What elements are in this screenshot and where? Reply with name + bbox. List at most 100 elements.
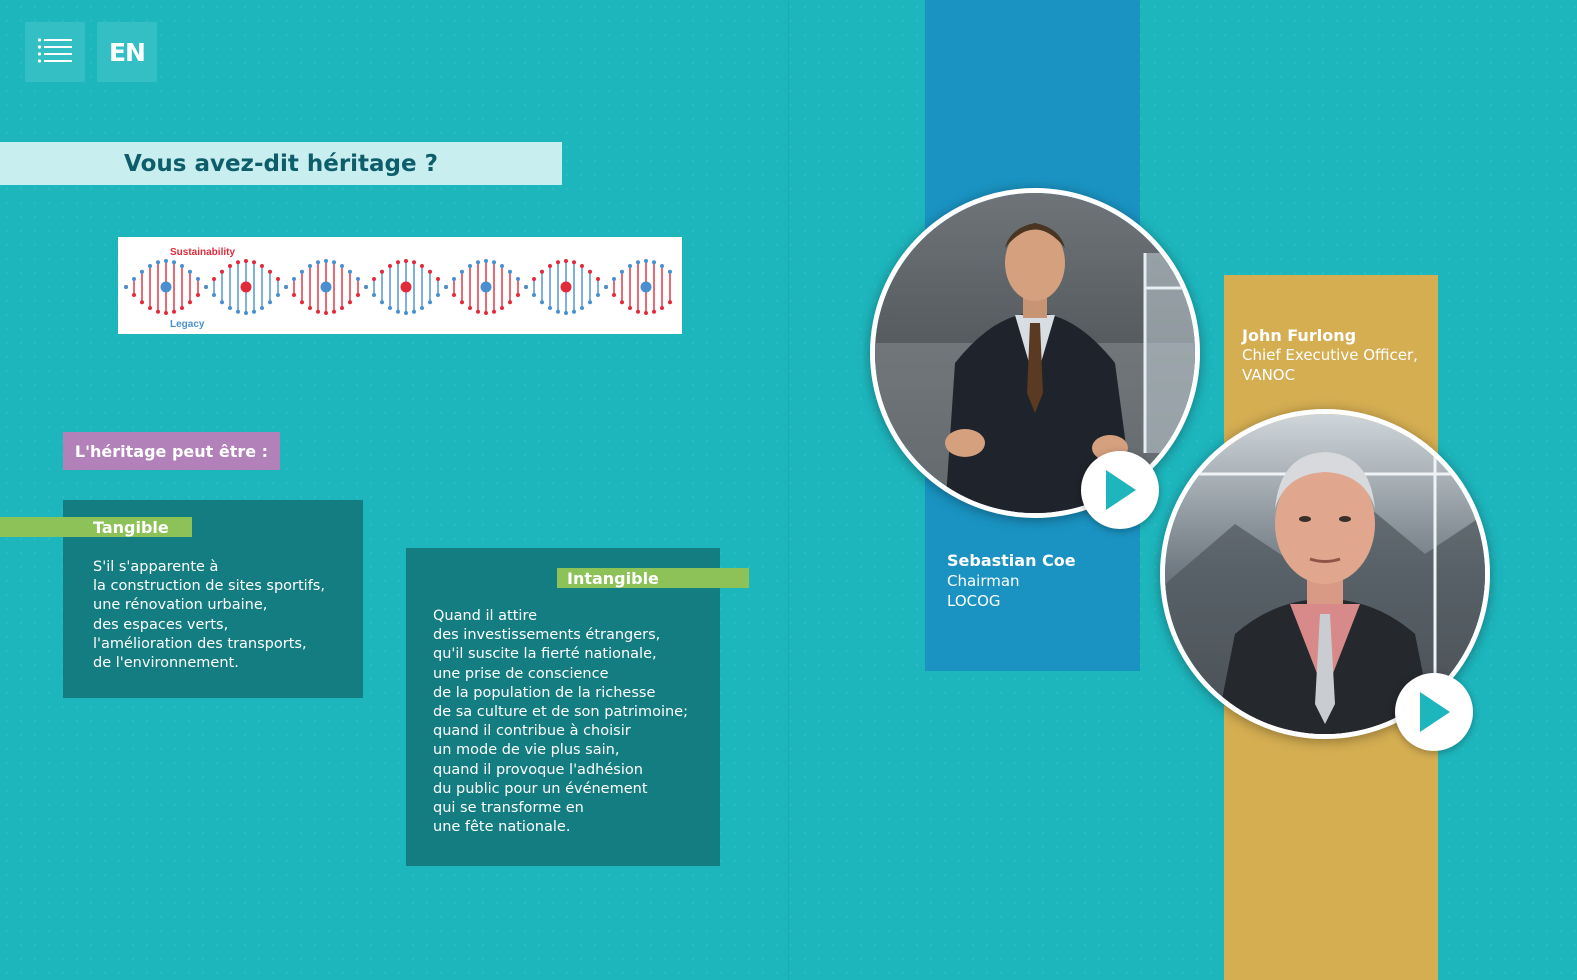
language-button[interactable]: EN <box>97 22 157 82</box>
dna-node <box>396 260 400 265</box>
dna-node <box>500 263 504 268</box>
dna-node <box>268 300 272 305</box>
menu-button[interactable] <box>25 22 85 82</box>
dna-node <box>268 269 272 274</box>
dna-node <box>412 260 416 265</box>
dna-node <box>124 285 128 289</box>
dna-node-large <box>560 281 572 293</box>
dna-node-large <box>240 281 252 293</box>
dna-node <box>596 276 600 281</box>
dna-node <box>260 306 264 311</box>
dna-node <box>228 263 232 268</box>
dna-node <box>652 260 656 265</box>
dna-node <box>212 293 216 298</box>
dna-node <box>668 300 672 305</box>
dna-node <box>540 269 544 274</box>
dna-node <box>164 259 168 263</box>
dna-node <box>244 259 248 263</box>
dna-node <box>204 285 208 289</box>
dna-node <box>660 263 664 268</box>
tangible-text: S'il s'apparente à la construction de si… <box>93 559 325 672</box>
dna-node <box>324 311 328 315</box>
dna-node <box>164 311 168 315</box>
dna-node <box>636 309 640 314</box>
dna-node-large <box>480 281 492 293</box>
dna-node <box>428 269 432 274</box>
dna-node <box>140 300 144 305</box>
page-title-text: Vous avez-dit héritage ? <box>124 150 438 177</box>
dna-node <box>316 309 320 314</box>
dna-helix-image: Sustainability Legacy <box>124 247 672 330</box>
dna-node <box>556 260 560 265</box>
dna-node <box>340 306 344 311</box>
dna-node <box>556 309 560 314</box>
dna-node <box>284 285 288 289</box>
dna-node <box>508 269 512 274</box>
dna-node <box>516 293 520 298</box>
play-button-furlong[interactable] <box>1395 673 1473 751</box>
dna-node <box>500 306 504 311</box>
list-icon <box>37 38 72 63</box>
intangible-title: Intangible <box>567 568 659 588</box>
tangible-title: Tangible <box>93 517 169 537</box>
dna-bottom-label: Legacy <box>170 319 205 330</box>
dna-node <box>660 306 664 311</box>
dna-node <box>468 306 472 311</box>
dna-node <box>620 269 624 274</box>
dna-node <box>572 309 576 314</box>
dna-node <box>180 306 184 311</box>
dna-node <box>172 309 176 314</box>
dna-node <box>156 309 160 314</box>
dna-node <box>404 259 408 263</box>
dna-node <box>324 259 328 263</box>
dna-node <box>156 260 160 265</box>
dna-node <box>292 276 296 281</box>
dna-node <box>612 293 616 298</box>
dna-node <box>332 260 336 265</box>
page-title: Vous avez-dit héritage ? <box>0 142 562 185</box>
dna-node <box>260 263 264 268</box>
dna-node <box>380 300 384 305</box>
dna-node <box>572 260 576 265</box>
dna-node <box>492 260 496 265</box>
dna-node <box>596 293 600 298</box>
dna-node-large <box>320 281 332 293</box>
heritage-label: L'héritage peut être : <box>63 432 280 470</box>
dna-node <box>252 309 256 314</box>
dna-node <box>644 311 648 315</box>
dna-graphic: Sustainability Legacy <box>118 237 682 334</box>
dna-node <box>396 309 400 314</box>
dna-node <box>492 309 496 314</box>
dna-node <box>628 263 632 268</box>
dna-node <box>132 276 136 281</box>
dna-node <box>252 260 256 265</box>
dna-node <box>308 306 312 311</box>
dna-node <box>588 269 592 274</box>
dna-node <box>236 260 240 265</box>
speaker-name-furlong: John Furlong <box>1242 326 1357 345</box>
dna-node <box>220 269 224 274</box>
dna-node <box>420 306 424 311</box>
dna-node <box>348 300 352 305</box>
dna-node <box>444 285 448 289</box>
dna-node <box>212 276 216 281</box>
dna-node <box>276 293 280 298</box>
dna-node <box>580 306 584 311</box>
dna-node <box>476 260 480 265</box>
dna-node <box>300 300 304 305</box>
dna-node <box>460 300 464 305</box>
dna-node <box>540 300 544 305</box>
dna-node <box>388 306 392 311</box>
intangible-text: Quand il attire des investissements étra… <box>433 608 688 836</box>
dna-node <box>588 300 592 305</box>
dna-node <box>140 269 144 274</box>
language-label: EN <box>108 37 146 67</box>
dna-node <box>452 293 456 298</box>
dna-node <box>244 311 248 315</box>
dna-node <box>228 306 232 311</box>
dna-node <box>372 293 376 298</box>
play-button-coe[interactable] <box>1081 451 1159 529</box>
dna-node <box>388 263 392 268</box>
tangible-tag: Tangible <box>0 517 192 537</box>
dna-node <box>180 263 184 268</box>
